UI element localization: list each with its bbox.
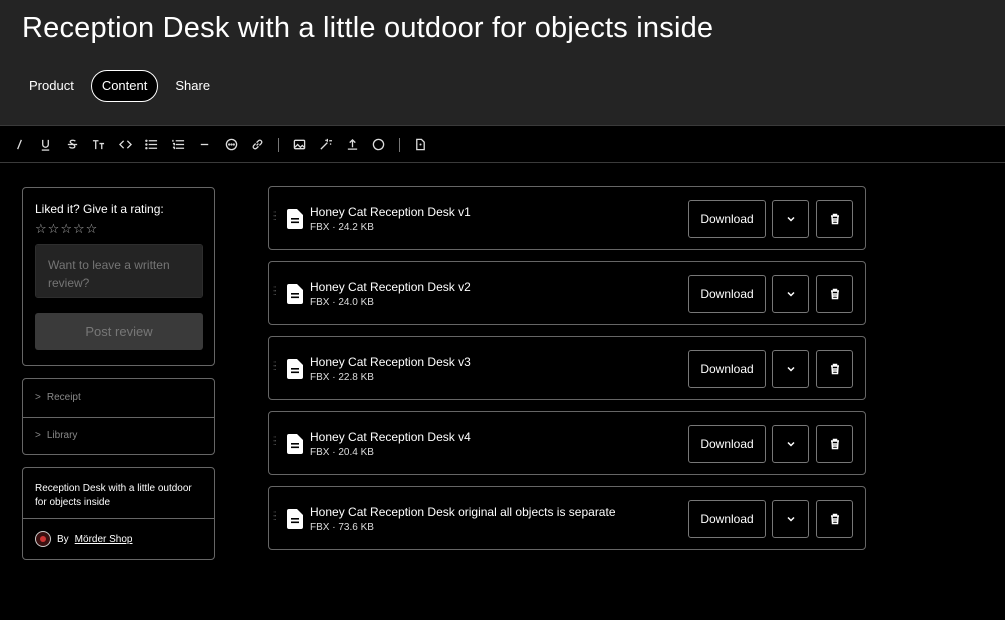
download-button[interactable]: Download — [688, 425, 766, 463]
chevron-down-button[interactable] — [772, 350, 809, 388]
info-accordion: > Receipt > Library — [22, 378, 215, 455]
numbered-list-icon[interactable] — [165, 134, 192, 156]
bullet-list-icon[interactable] — [139, 134, 166, 156]
file-icon — [287, 284, 303, 304]
product-name: Reception Desk with a little outdoor for… — [23, 468, 214, 519]
file-row: :::: Honey Cat Reception Desk v2 FBX · 2… — [268, 261, 866, 325]
creator-info: By Mörder Shop — [23, 519, 214, 559]
star-icon[interactable]: ☆ — [60, 222, 72, 236]
star-rating: ☆ ☆ ☆ ☆ ☆ — [35, 222, 202, 236]
file-icon — [287, 509, 303, 529]
file-icon — [287, 359, 303, 379]
file-icon — [287, 434, 303, 454]
drag-handle-icon[interactable]: :::: — [273, 285, 279, 297]
toolbar-divider — [278, 137, 279, 152]
tab-content[interactable]: Content — [90, 70, 159, 102]
tab-share[interactable]: Share — [164, 70, 221, 102]
creator-link[interactable]: Mörder Shop — [75, 534, 133, 545]
file-list: :::: Honey Cat Reception Desk v1 FBX · 2… — [268, 186, 866, 561]
drag-handle-icon[interactable]: :::: — [273, 435, 279, 447]
download-button[interactable]: Download — [688, 200, 766, 238]
file-icon — [287, 209, 303, 229]
download-button[interactable]: Download — [688, 500, 766, 538]
delete-button[interactable] — [816, 200, 853, 238]
chevron-down-icon — [786, 366, 795, 372]
file-name: Honey Cat Reception Desk original all ob… — [310, 505, 616, 519]
product-card: Reception Desk with a little outdoor for… — [22, 467, 215, 560]
rating-card: Liked it? Give it a rating: ☆ ☆ ☆ ☆ ☆ Po… — [22, 187, 215, 366]
chevron-down-button[interactable] — [772, 200, 809, 238]
link-icon[interactable] — [245, 134, 272, 156]
file-name: Honey Cat Reception Desk v1 — [310, 205, 471, 219]
drag-handle-icon[interactable]: :::: — [273, 360, 279, 372]
drag-handle-icon[interactable]: :::: — [273, 210, 279, 222]
by-label: By — [57, 533, 69, 545]
review-input[interactable] — [35, 244, 203, 298]
file-meta: FBX · 24.2 KB — [310, 222, 374, 233]
file-row: :::: Honey Cat Reception Desk v4 FBX · 2… — [268, 411, 866, 475]
image-icon[interactable] — [286, 134, 313, 156]
magic-icon[interactable] — [313, 134, 340, 156]
file-row: :::: Honey Cat Reception Desk v1 FBX · 2… — [268, 186, 866, 250]
file-meta: FBX · 22.8 KB — [310, 372, 374, 383]
chevron-right-icon: > — [35, 392, 41, 404]
star-icon[interactable]: ☆ — [73, 222, 85, 236]
chevron-down-icon — [786, 291, 795, 297]
file-meta: FBX · 24.0 KB — [310, 297, 374, 308]
drag-handle-icon[interactable]: :::: — [273, 510, 279, 522]
upload-icon[interactable] — [339, 134, 366, 156]
star-icon[interactable]: ☆ — [35, 222, 47, 236]
star-icon[interactable]: ☆ — [86, 222, 98, 236]
chevron-down-button[interactable] — [772, 275, 809, 313]
delete-button[interactable] — [816, 275, 853, 313]
file-meta: FBX · 20.4 KB — [310, 447, 374, 458]
tab-product[interactable]: Product — [18, 70, 85, 102]
underline-icon[interactable] — [33, 134, 60, 156]
page-header: Reception Desk with a little outdoor for… — [0, 0, 1005, 126]
delete-button[interactable] — [816, 500, 853, 538]
post-review-button[interactable]: Post review — [35, 313, 203, 350]
chevron-down-icon — [786, 216, 795, 222]
file-name: Honey Cat Reception Desk v2 — [310, 280, 471, 294]
trash-icon — [830, 513, 839, 525]
accordion-item-receipt[interactable]: > Receipt — [23, 379, 214, 417]
delete-button[interactable] — [816, 425, 853, 463]
trash-icon — [830, 213, 839, 225]
trash-icon — [830, 363, 839, 375]
italic-icon[interactable] — [6, 134, 33, 156]
avatar — [35, 531, 51, 547]
download-button[interactable]: Download — [688, 350, 766, 388]
chevron-down-icon — [786, 441, 795, 447]
tab-bar: Product Content Share — [18, 70, 221, 102]
page-title: Reception Desk with a little outdoor for… — [22, 12, 714, 44]
code-icon[interactable] — [112, 134, 139, 156]
chevron-down-button[interactable] — [772, 500, 809, 538]
toolbar-divider — [399, 137, 400, 152]
trash-icon — [830, 438, 839, 450]
trash-icon — [830, 288, 839, 300]
delete-button[interactable] — [816, 350, 853, 388]
accordion-label: Receipt — [46, 392, 81, 404]
circle-icon[interactable] — [366, 134, 393, 156]
star-icon[interactable]: ☆ — [48, 222, 60, 236]
chevron-down-icon — [786, 516, 795, 522]
editor-toolbar — [0, 127, 1005, 163]
file-name: Honey Cat Reception Desk v3 — [310, 355, 471, 369]
horizontal-rule-icon[interactable] — [192, 134, 219, 156]
download-button[interactable]: Download — [688, 275, 766, 313]
chevron-right-icon: > — [35, 430, 41, 442]
file-name: Honey Cat Reception Desk v4 — [310, 430, 471, 444]
strikethrough-icon[interactable] — [59, 134, 86, 156]
file-row: :::: Honey Cat Reception Desk v3 FBX · 2… — [268, 336, 866, 400]
sidebar: Liked it? Give it a rating: ☆ ☆ ☆ ☆ ☆ Po… — [22, 187, 215, 560]
accordion-item-library[interactable]: > Library — [23, 416, 214, 455]
file-meta: FBX · 73.6 KB — [310, 522, 374, 533]
file-row: :::: Honey Cat Reception Desk original a… — [268, 486, 866, 550]
embed-icon[interactable] — [218, 134, 245, 156]
file-embed-icon[interactable] — [407, 134, 434, 156]
rating-title: Liked it? Give it a rating: — [35, 202, 164, 216]
text-size-icon[interactable] — [86, 134, 113, 156]
accordion-label: Library — [46, 430, 78, 442]
chevron-down-button[interactable] — [772, 425, 809, 463]
